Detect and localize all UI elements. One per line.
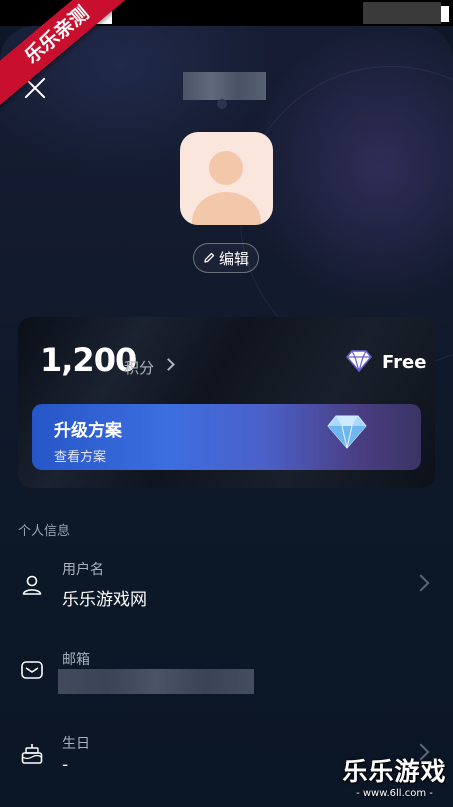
points-card: 1,200 积分 Free 升级方案 查看方案 bbox=[18, 317, 435, 488]
view-plans-link[interactable]: 查看方案 bbox=[54, 446, 106, 465]
decorative-dot bbox=[217, 99, 227, 109]
username-row[interactable]: 用户名 乐乐游戏网 bbox=[0, 556, 453, 616]
upgrade-plan-banner[interactable]: 升级方案 查看方案 bbox=[32, 404, 421, 470]
status-icons-blurred bbox=[363, 2, 441, 24]
user-icon bbox=[22, 575, 42, 595]
battery-icon bbox=[441, 6, 449, 22]
edit-label: 编辑 bbox=[218, 249, 249, 268]
email-row[interactable]: 邮箱 bbox=[0, 647, 453, 707]
avatar-head bbox=[209, 151, 243, 185]
personal-info-heading: 个人信息 bbox=[18, 524, 71, 539]
diamond-icon bbox=[346, 350, 372, 372]
points-label[interactable]: 积分 bbox=[124, 357, 154, 378]
account-title-redacted bbox=[183, 72, 266, 100]
avatar-body bbox=[192, 192, 261, 225]
watermark-sub: - www.6ll.com - bbox=[356, 788, 433, 799]
edit-profile-button[interactable]: 编辑 bbox=[193, 243, 259, 273]
site-watermark: 乐乐游戏 - www.6ll.com - bbox=[336, 757, 453, 807]
gem-icon bbox=[327, 415, 367, 449]
chevron-right-icon[interactable] bbox=[412, 574, 430, 592]
upgrade-title: 升级方案 bbox=[54, 421, 122, 441]
email-label: 邮箱 bbox=[62, 652, 90, 668]
pencil-icon bbox=[204, 252, 215, 263]
points-value[interactable]: 1,200 bbox=[40, 341, 137, 379]
birthday-label: 生日 bbox=[62, 736, 90, 752]
birthday-value: - bbox=[62, 755, 69, 775]
plan-label: Free bbox=[382, 352, 427, 373]
username-label: 用户名 bbox=[62, 562, 104, 578]
watermark-main: 乐乐游戏 bbox=[342, 757, 447, 786]
cake-icon bbox=[21, 744, 43, 764]
chevron-right-icon[interactable] bbox=[162, 358, 175, 371]
mail-icon bbox=[21, 661, 43, 679]
email-value-redacted bbox=[58, 669, 254, 694]
profile-sheet: 编辑 1,200 积分 Free 升级方案 查看方案 个人信息 用户名 乐乐游戏… bbox=[0, 26, 453, 807]
avatar[interactable] bbox=[180, 132, 273, 225]
username-value: 乐乐游戏网 bbox=[62, 590, 147, 610]
